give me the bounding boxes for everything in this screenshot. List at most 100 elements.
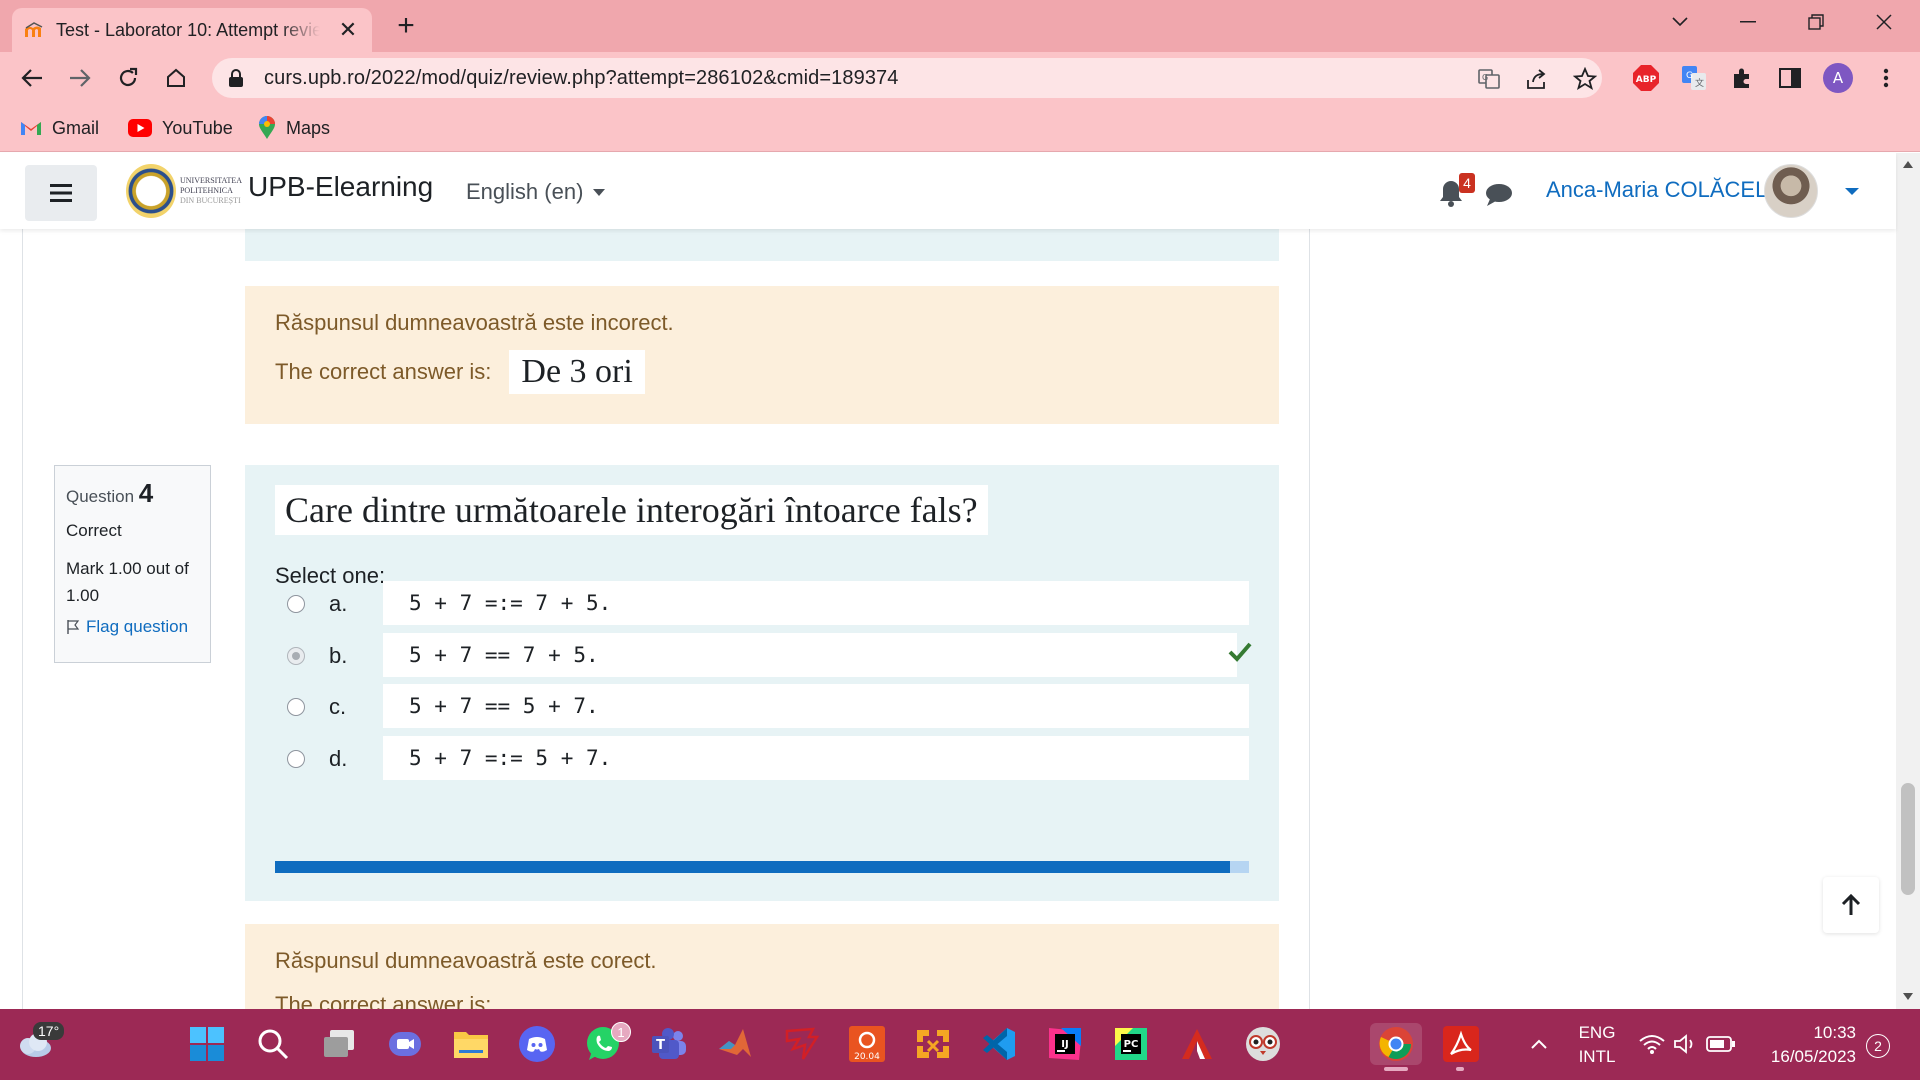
radio-button-selected[interactable] — [287, 647, 305, 665]
address-bar[interactable]: curs.upb.ro/2022/mod/quiz/review.php?att… — [212, 58, 1602, 98]
side-panel-icon[interactable] — [1774, 62, 1806, 94]
translate-page-icon[interactable]: G — [1476, 66, 1502, 92]
file-explorer-icon[interactable] — [450, 1023, 492, 1065]
tab-search-chevron-icon[interactable] — [1660, 8, 1700, 36]
notification-center-badge[interactable]: 2 — [1866, 1034, 1890, 1058]
matlab-icon[interactable] — [714, 1023, 756, 1065]
adblock-plus-icon[interactable]: ABP — [1630, 62, 1662, 94]
windows-taskbar: 17° 1 T 20.04 IJ PC ENG INTL 10:33 16/05… — [0, 1009, 1920, 1080]
lock-icon[interactable] — [228, 69, 246, 87]
chrome-icon[interactable] — [1370, 1023, 1422, 1065]
vscode-icon[interactable] — [978, 1023, 1020, 1065]
youtube-icon — [128, 119, 152, 137]
new-tab-button[interactable]: + — [390, 9, 422, 42]
answer-text: 5 + 7 == 7 + 5. — [383, 633, 1237, 677]
share-icon[interactable] — [1524, 66, 1550, 92]
scroll-down-arrow-icon[interactable] — [1903, 993, 1913, 1000]
bookmark-youtube[interactable]: YouTube — [128, 114, 233, 142]
extensions-puzzle-icon[interactable] — [1726, 62, 1758, 94]
browser-tab[interactable]: Test - Laborator 10: Attempt review ✕ — [12, 8, 372, 52]
bookmark-star-icon[interactable] — [1572, 66, 1598, 92]
forward-arrow-icon[interactable] — [64, 62, 96, 94]
user-name[interactable]: Anca-Maria COLĂCEL — [1546, 177, 1767, 203]
language-menu[interactable]: English (en) — [466, 179, 606, 205]
notification-count-badge: 4 — [1459, 173, 1475, 193]
home-icon[interactable] — [160, 62, 192, 94]
hamburger-menu-icon — [50, 184, 72, 202]
answer-letter: d. — [329, 746, 348, 771]
upb-logo[interactable]: UNIVERSITATEA POLITEHNICA DIN BUCUREȘTI — [126, 163, 242, 219]
question-number: Question 4 — [66, 478, 154, 508]
svg-text:ABP: ABP — [1636, 75, 1657, 85]
correct-check-icon — [1228, 642, 1252, 662]
search-icon[interactable] — [252, 1023, 294, 1065]
radio-button[interactable] — [287, 595, 305, 613]
teams-icon[interactable]: T — [648, 1023, 690, 1065]
feedback-result: Răspunsul dumneavoastră este corect. — [275, 948, 657, 973]
task-view-icon[interactable] — [318, 1023, 360, 1065]
ubuntu-wsl-icon[interactable]: 20.04 — [846, 1023, 888, 1065]
bookmark-gmail[interactable]: Gmail — [20, 114, 99, 142]
restore-button[interactable] — [1796, 8, 1836, 36]
site-name[interactable]: UPB-Elearning — [248, 171, 433, 203]
previous-question-formulation — [245, 229, 1279, 261]
user-avatar[interactable] — [1764, 164, 1818, 218]
close-window-button[interactable] — [1864, 8, 1904, 36]
messages-icon[interactable] — [1485, 183, 1513, 207]
owl-app-icon[interactable] — [1242, 1023, 1284, 1065]
chrome-menu-icon[interactable] — [1870, 62, 1902, 94]
answer-option-a[interactable]: a. 5 + 7 =:= 7 + 5. — [287, 581, 1249, 627]
reload-icon[interactable] — [112, 62, 144, 94]
scroll-up-arrow-icon[interactable] — [1903, 161, 1913, 168]
back-arrow-icon[interactable] — [16, 62, 48, 94]
bookmark-label: Maps — [286, 117, 331, 138]
divider — [22, 229, 23, 1009]
maple-leaf-app-icon[interactable] — [780, 1023, 822, 1065]
current-question-feedback: Răspunsul dumneavoastră este corect. The… — [245, 924, 1279, 1009]
answer-text: 5 + 7 =:= 7 + 5. — [383, 581, 1249, 625]
answer-option-b[interactable]: b. 5 + 7 == 7 + 5. — [287, 633, 1252, 679]
correct-answer-label: The correct answer is: — [275, 992, 492, 1009]
feedback-result: Răspunsul dumneavoastră este incorect. — [275, 310, 674, 335]
drawer-toggle-button[interactable] — [25, 165, 97, 221]
question-state: Correct — [66, 521, 122, 540]
pycharm-icon[interactable]: PC — [1110, 1023, 1152, 1065]
google-translate-extension-icon[interactable]: G文 — [1678, 62, 1710, 94]
close-tab-icon[interactable]: ✕ — [336, 17, 360, 42]
back-to-top-button[interactable] — [1823, 877, 1879, 933]
acrobat-icon[interactable] — [1440, 1023, 1482, 1065]
system-tray-status[interactable] — [1632, 1023, 1742, 1065]
intellij-idea-icon[interactable]: IJ — [1044, 1023, 1086, 1065]
teams-chat-icon[interactable] — [384, 1023, 426, 1065]
profile-avatar[interactable]: A — [1822, 62, 1854, 94]
svg-text:A: A — [1833, 69, 1844, 87]
arrow-up-icon — [1841, 894, 1861, 915]
minimize-button[interactable] — [1728, 8, 1768, 36]
answer-option-c[interactable]: c. 5 + 7 == 5 + 7. — [287, 684, 1249, 730]
caret-down-icon — [593, 188, 606, 196]
keyboard-language-indicator[interactable]: ENG INTL — [1572, 1021, 1622, 1069]
bookmark-maps[interactable]: Maps — [258, 114, 330, 142]
discord-icon[interactable] — [516, 1023, 558, 1065]
question-info-box: Question 4 Correct Mark 1.00 out of 1.00… — [54, 465, 211, 663]
correct-answer-value: De 3 ori — [509, 350, 645, 394]
flag-question-link[interactable]: Flag question — [66, 617, 199, 637]
svg-text:G: G — [1686, 71, 1693, 81]
correct-answer-label: The correct answer is: — [275, 359, 492, 384]
radio-button[interactable] — [287, 698, 305, 716]
page-scrollbar[interactable] — [1896, 153, 1920, 1009]
clock[interactable]: 10:33 16/05/2023 — [1752, 1021, 1856, 1069]
active-app-indicator — [1384, 1067, 1408, 1071]
git-app-icon[interactable] — [912, 1023, 954, 1065]
answer-option-d[interactable]: d. 5 + 7 =:= 5 + 7. — [287, 736, 1249, 782]
start-windows-icon[interactable] — [186, 1023, 228, 1065]
page-content: Răspunsul dumneavoastră este incorect. T… — [0, 229, 1896, 1009]
show-hidden-icons-chevron-icon[interactable] — [1518, 1023, 1560, 1065]
question-formulation: Care dintre următoarele interogări întoa… — [245, 465, 1279, 901]
arch-app-icon[interactable] — [1176, 1023, 1218, 1065]
answer-letter: c. — [329, 694, 347, 719]
svg-text:PC: PC — [1124, 1039, 1139, 1050]
user-menu-caret-icon[interactable] — [1845, 188, 1859, 195]
scrollbar-thumb[interactable] — [1901, 783, 1915, 895]
radio-button[interactable] — [287, 750, 305, 768]
